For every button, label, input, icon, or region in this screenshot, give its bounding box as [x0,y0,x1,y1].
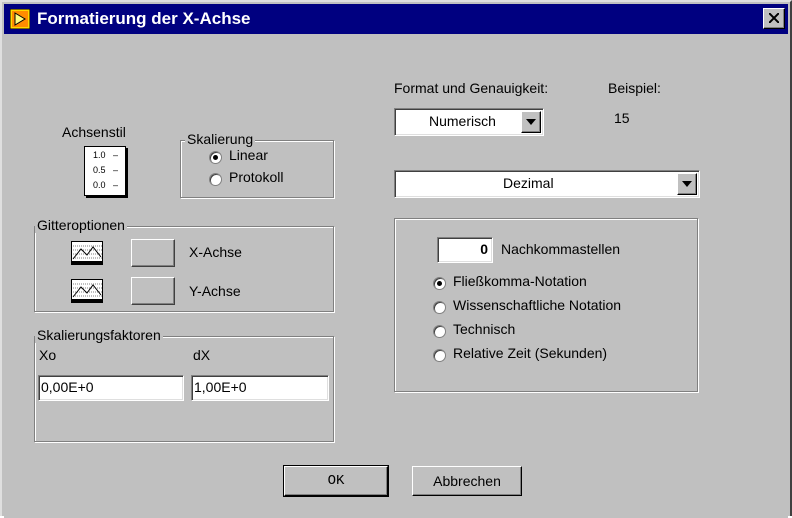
ok-button[interactable]: OK [283,465,389,497]
notation-float-label: Fließkomma-Notation [453,273,587,289]
dialog-client: Achsenstil 1.0 0.5 0.0 – – – Skalierung … [4,36,788,518]
notation-engineering-label: Technisch [453,321,516,337]
title-bar[interactable]: Formatierung der X-Achse [4,4,788,34]
notation-relative-time-radio[interactable] [433,349,446,362]
number-base-dropdown[interactable]: Dezimal [394,170,700,198]
dropdown-button[interactable] [521,111,541,133]
y-grid-color-swatch[interactable] [131,277,175,305]
labview-icon [10,9,30,29]
close-button[interactable] [763,8,785,29]
x0-label: Xo [39,347,57,363]
grid-icon[interactable] [71,279,103,303]
x0-value: 0,00E+0 [41,379,94,395]
tick-mark: – [113,150,119,160]
tick-mark: – [113,165,119,175]
digits-label: Nachkommastellen [501,241,621,257]
axis-style-label: Achsenstil [62,124,126,140]
cancel-button-label: Abbrechen [433,473,501,489]
axis-tick-label: 0.0 [93,180,106,190]
format-label: Format und Genauigkeit: [394,80,549,96]
notation-float-radio[interactable] [433,277,446,290]
example-value: 15 [614,110,630,126]
scaling-log-radio[interactable] [209,173,222,186]
axis-style-picker[interactable]: 1.0 0.5 0.0 – – – [84,146,126,196]
scale-factors-legend: Skalierungsfaktoren [35,327,163,343]
dx-input[interactable]: 1,00E+0 [191,375,329,401]
dx-value: 1,00E+0 [194,379,247,395]
dropdown-button[interactable] [677,173,697,195]
digits-value: 0 [480,241,488,257]
scaling-legend: Skalierung [185,131,256,147]
notation-scientific-radio[interactable] [433,301,446,314]
digits-input[interactable]: 0 [437,237,493,263]
cancel-button[interactable]: Abbrechen [412,466,522,496]
window-title: Formatierung der X-Achse [37,9,251,28]
axis-tick-label: 1.0 [93,150,106,160]
chevron-down-icon [526,119,536,125]
grid-options-group: Gitteroptionen X-Achse Y-Achse [34,217,334,312]
grid-icon[interactable] [71,241,103,265]
notation-relative-time-label: Relative Zeit (Sekunden) [453,345,608,361]
dx-label: dX [193,347,211,363]
x-grid-color-swatch[interactable] [131,239,175,267]
scale-factors-group: Skalierungsfaktoren Xo dX 0,00E+0 1,00E+… [34,327,334,442]
example-label: Beispiel: [608,80,661,96]
scaling-linear-radio[interactable] [209,151,222,164]
precision-panel: 0 Nachkommastellen Fließkomma-Notation W… [394,218,698,392]
grid-options-legend: Gitteroptionen [35,217,127,233]
notation-engineering-radio[interactable] [433,325,446,338]
scaling-log-label: Protokoll [229,169,284,185]
ok-button-label: OK [327,473,345,489]
close-icon [769,13,779,23]
notation-scientific-label: Wissenschaftliche Notation [453,297,622,313]
y-axis-grid-label: Y-Achse [189,283,241,299]
dialog-window: Formatierung der X-Achse Achsenstil 1.0 … [0,0,792,518]
scaling-group: Skalierung Linear Protokoll [180,131,334,198]
format-type-dropdown[interactable]: Numerisch [394,108,544,136]
tick-mark: – [113,180,119,190]
number-base-value: Dezimal [503,175,554,191]
chevron-down-icon [682,181,692,187]
x-axis-grid-label: X-Achse [189,244,242,260]
scaling-linear-label: Linear [229,147,268,163]
format-type-value: Numerisch [429,113,496,129]
axis-tick-label: 0.5 [93,165,106,175]
x0-input[interactable]: 0,00E+0 [38,375,184,401]
